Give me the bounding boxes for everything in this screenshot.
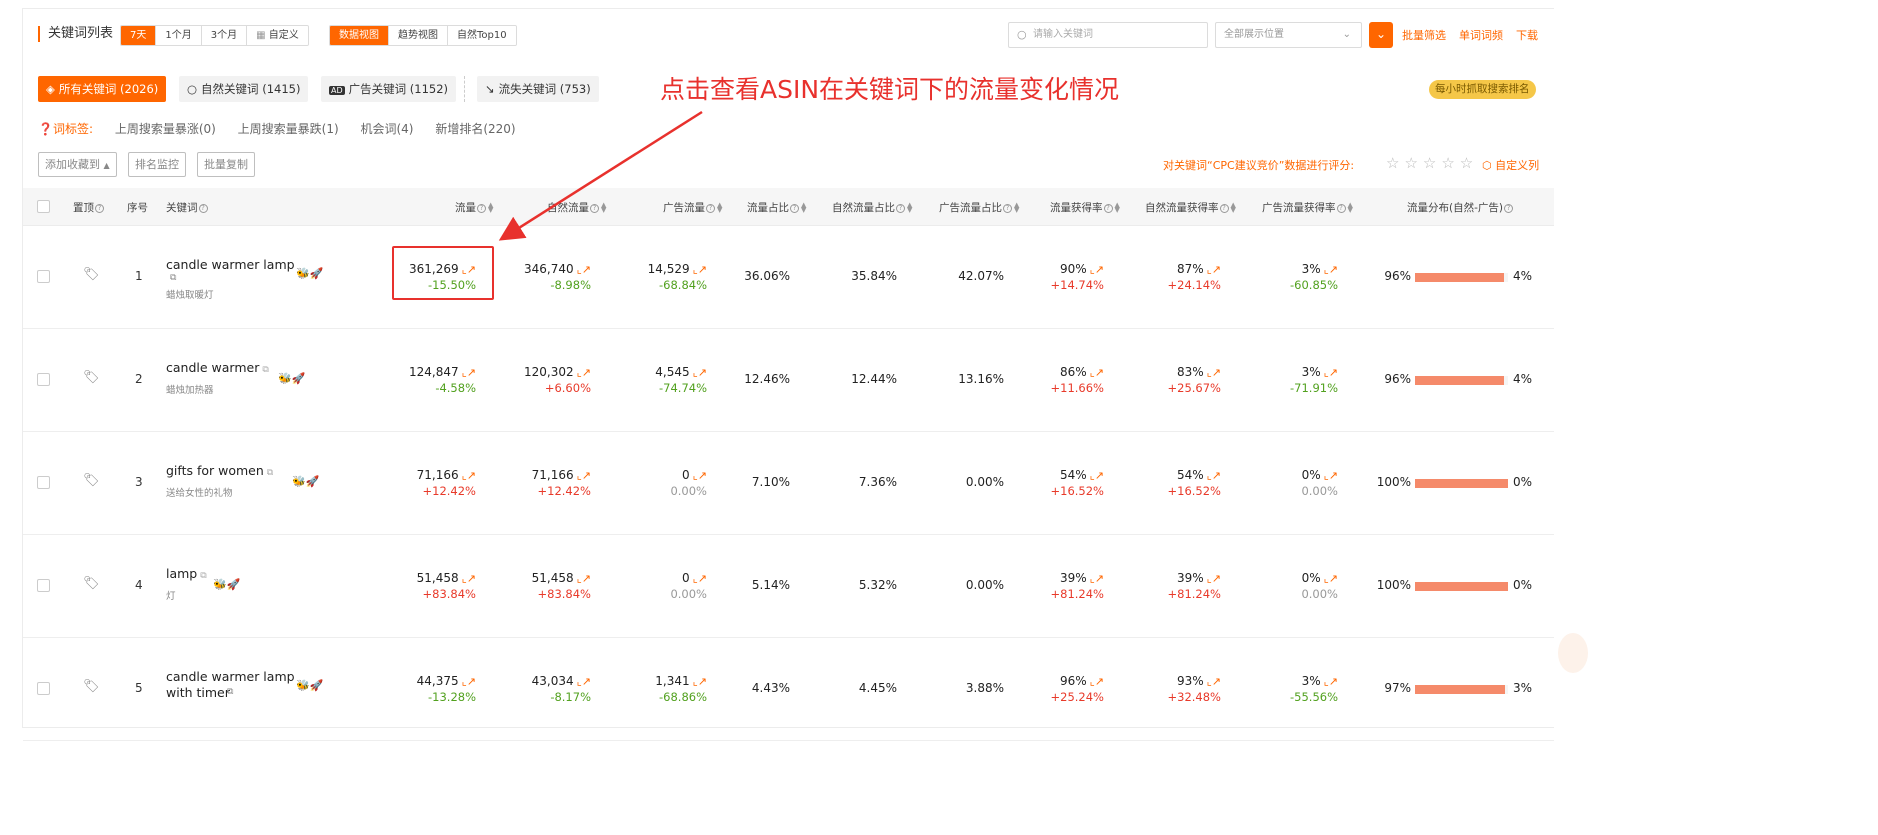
page: { "header":{ "title":"关键词列表", "periods":… — [0, 0, 1588, 741]
floating-helper[interactable] — [1558, 633, 1588, 673]
annotation-arrow — [498, 110, 703, 241]
